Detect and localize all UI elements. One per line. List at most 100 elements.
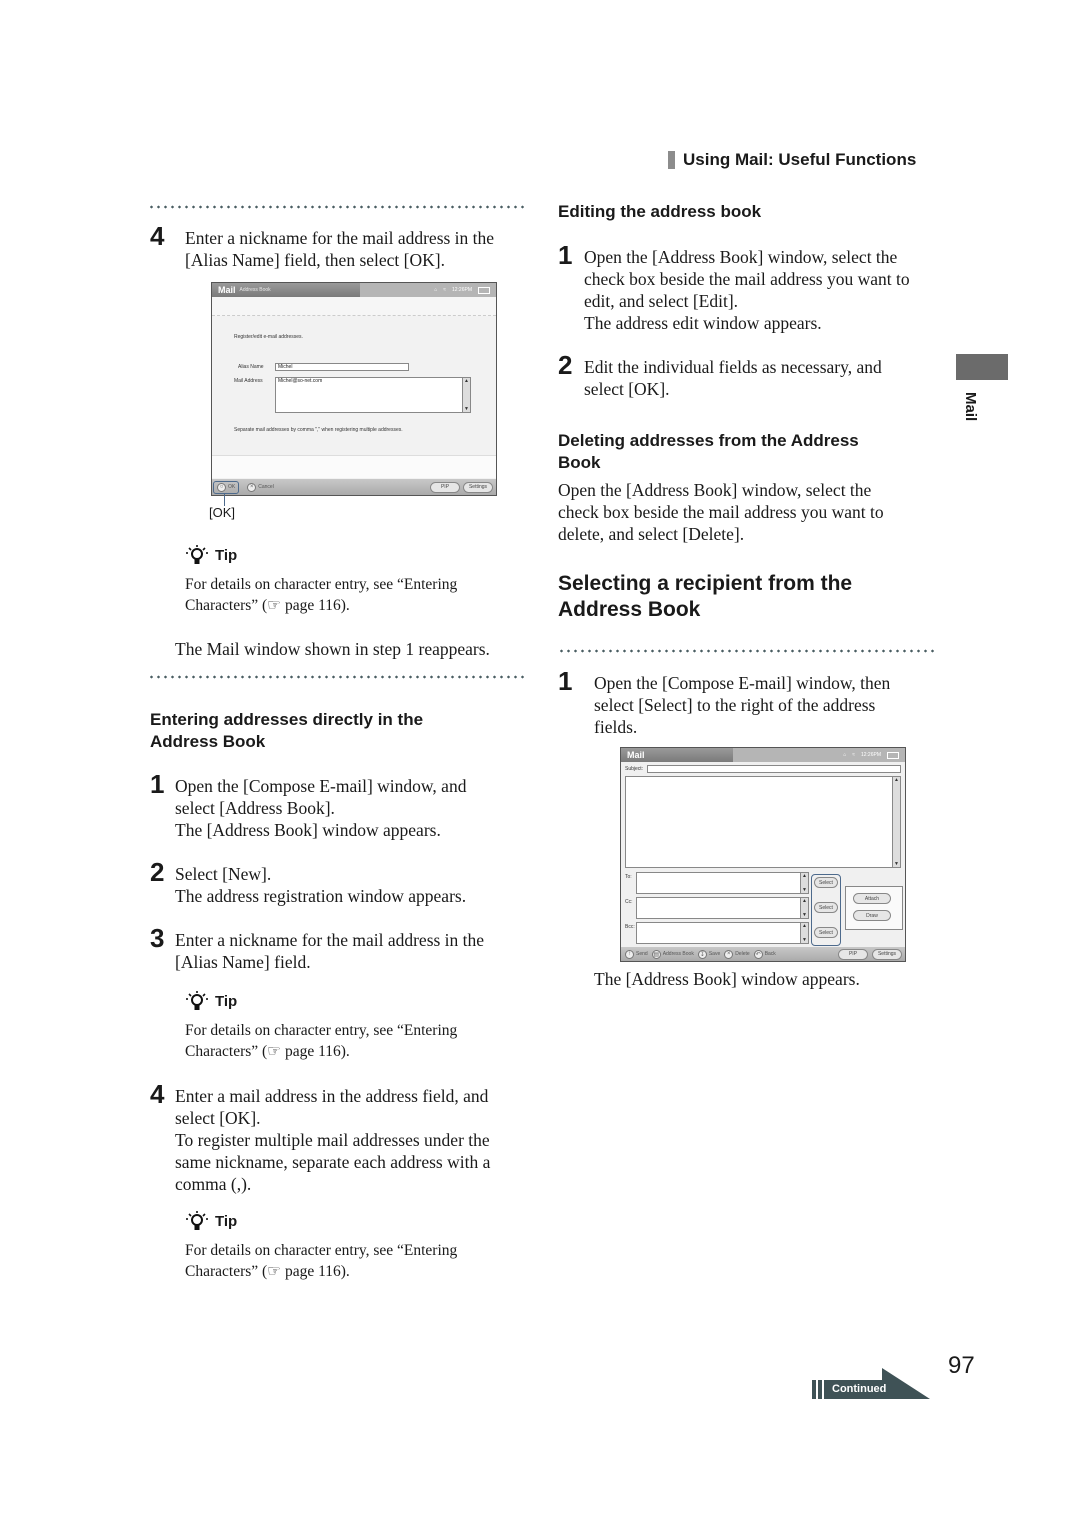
status-time: 12:26PM (860, 752, 881, 758)
step-text: Edit the individual fields as necessary,… (584, 357, 882, 399)
lightbulb-icon (186, 991, 208, 1010)
pip-button[interactable]: PIP (838, 948, 868, 960)
step-number: 4 (150, 221, 165, 251)
tip-heading: Tip (185, 1210, 237, 1232)
address-book-button[interactable]: ▤ Address Book (651, 949, 694, 959)
cc-label: Cc: (625, 899, 633, 905)
tip-heading: Tip (185, 544, 237, 566)
scrollbar[interactable]: ▲ ▼ (800, 923, 808, 943)
tip-text: For details on character entry, see “Ent… (185, 576, 458, 614)
scrollbar[interactable]: ▲ ▼ (892, 777, 900, 867)
cc-input[interactable]: ▲ ▼ (636, 897, 809, 919)
step-text: Enter a nickname for the mail address in… (175, 930, 485, 972)
delete-icon: × (724, 949, 734, 959)
lightbulb-icon (186, 1211, 208, 1230)
scroll-up-icon[interactable]: ▲ (464, 378, 469, 384)
step-text: Select [New]. The address registration w… (175, 864, 467, 906)
section-heading-entering: Entering addresses directly in the Addre… (150, 710, 424, 751)
ok-icon: ○ (217, 482, 226, 492)
settings-button[interactable]: Settings (872, 948, 902, 960)
subject-label: Subject: (625, 766, 644, 772)
delete-button[interactable]: × Delete (724, 949, 750, 959)
bottom-toolbar: ↑ Send ▤ Address Book ↧ Save × Delete ↶ Back … (621, 947, 905, 961)
home-icon: ⌂ (434, 287, 438, 293)
to-input[interactable]: ▲ ▼ (636, 872, 809, 894)
scroll-down-icon[interactable]: ▼ (464, 406, 469, 412)
running-head: Using Mail: Useful Functions (668, 150, 916, 170)
wifi-icon: ≈ (443, 287, 446, 293)
section-heading-editing: Editing the address book (558, 202, 762, 221)
section-heading-deleting: Deleting addresses from the Address Book (558, 431, 859, 472)
step-number: 1 (150, 769, 165, 799)
tip-text: For details on character entry, see “Ent… (185, 1022, 458, 1060)
deleting-text: Open the [Address Book] window, select t… (558, 480, 884, 544)
step-number: 1 (558, 240, 573, 270)
step-number: 1 (558, 666, 573, 696)
back-button[interactable]: ↶ Back (753, 949, 776, 959)
bcc-select-button[interactable]: Select (814, 927, 838, 938)
wifi-icon: ≈ (852, 752, 855, 758)
scrollbar[interactable]: ▲ ▼ (462, 378, 470, 412)
alias-name-input[interactable]: Michel (275, 363, 409, 371)
step-text: Open the [Address Book] window, select t… (584, 247, 910, 333)
step-text: Open the [Compose E-mail] window, then s… (594, 673, 891, 737)
cancel-icon: × (247, 482, 257, 492)
send-icon: ↑ (625, 949, 634, 959)
settings-button[interactable]: Settings (463, 481, 493, 493)
battery-icon (887, 751, 899, 759)
address-label: Mail Address (234, 378, 263, 384)
ok-button[interactable]: ○ OK (213, 480, 240, 494)
body-textarea[interactable]: ▲ ▼ (625, 776, 901, 868)
scrollbar[interactable]: ▲ ▼ (800, 898, 808, 918)
running-head-text: Using Mail: Useful Functions (683, 150, 917, 169)
step-text: Enter a nickname for the mail address in… (185, 228, 495, 270)
step-text: Open the [Compose E-mail] window, and se… (175, 776, 467, 840)
cancel-button[interactable]: × Cancel (247, 482, 274, 492)
result-text: The Mail window shown in step 1 reappear… (175, 639, 490, 659)
pip-button[interactable]: PIP (430, 481, 460, 493)
send-button[interactable]: ↑ Send (625, 949, 648, 959)
result-text: The [Address Book] window appears. (594, 969, 860, 989)
ok-callout: [OK] (209, 505, 236, 520)
attach-button[interactable]: Attach (853, 893, 891, 904)
scrollbar[interactable]: ▲ ▼ (800, 873, 808, 893)
battery-icon (478, 286, 490, 294)
compose-email-screenshot: Mail ⌂ ≈ 12:26PM Subject: ▲ ▼ To: ▲ ▼ Cc:… (620, 747, 906, 962)
window-titlebar: Mail ⌂ ≈ 12:26PM (621, 748, 905, 762)
home-icon: ⌂ (843, 752, 847, 758)
cc-select-button[interactable]: Select (814, 902, 838, 913)
step-number: 3 (150, 923, 165, 953)
scroll-up-icon[interactable]: ▲ (894, 777, 899, 783)
mail-address-input[interactable]: Michel@so-net.com ▲ ▼ (275, 377, 471, 413)
window-subtitle: Address Book (239, 287, 271, 293)
save-button[interactable]: ↧ Save (697, 949, 720, 959)
to-select-button[interactable]: Select (814, 877, 838, 888)
running-head-bar (668, 151, 675, 169)
continued-marker: Continued (812, 1368, 932, 1400)
bcc-input[interactable]: ▲ ▼ (636, 922, 809, 944)
chapter-tab-marker (956, 354, 1008, 380)
dotted-divider (148, 675, 524, 679)
chapter-tab-label: Mail (962, 392, 979, 422)
dotted-divider (148, 205, 524, 209)
save-icon: ↧ (697, 949, 707, 959)
note-text: Separate mail addresses by comma "," whe… (234, 427, 403, 433)
draw-button[interactable]: Draw (853, 910, 891, 921)
dotted-divider (558, 649, 934, 653)
scroll-down-icon[interactable]: ▼ (894, 861, 899, 867)
window-titlebar: Mail Address Book ⌂ ≈ 12:26PM (212, 283, 496, 297)
step-number: 2 (150, 857, 165, 887)
instruction-text: Register/edit e-mail addresses. (234, 334, 303, 340)
tip-text: For details on character entry, see “Ent… (185, 1242, 458, 1280)
step-text: Enter a mail address in the address fiel… (175, 1086, 491, 1194)
status-time: 12:26PM (451, 287, 472, 293)
app-title: Mail (627, 750, 645, 760)
subject-input[interactable] (647, 765, 901, 773)
section-heading-selecting: Selecting a recipient from the Address B… (558, 572, 853, 621)
address-book-icon: ▤ (651, 949, 661, 959)
bottom-toolbar: ○ OK × Cancel PIP Settings (212, 479, 496, 495)
lightbulb-icon (186, 545, 208, 564)
address-registration-screenshot: Mail Address Book ⌂ ≈ 12:26PM Register/e… (211, 282, 497, 496)
step-number: 4 (150, 1079, 165, 1109)
app-title: Mail (218, 285, 236, 295)
